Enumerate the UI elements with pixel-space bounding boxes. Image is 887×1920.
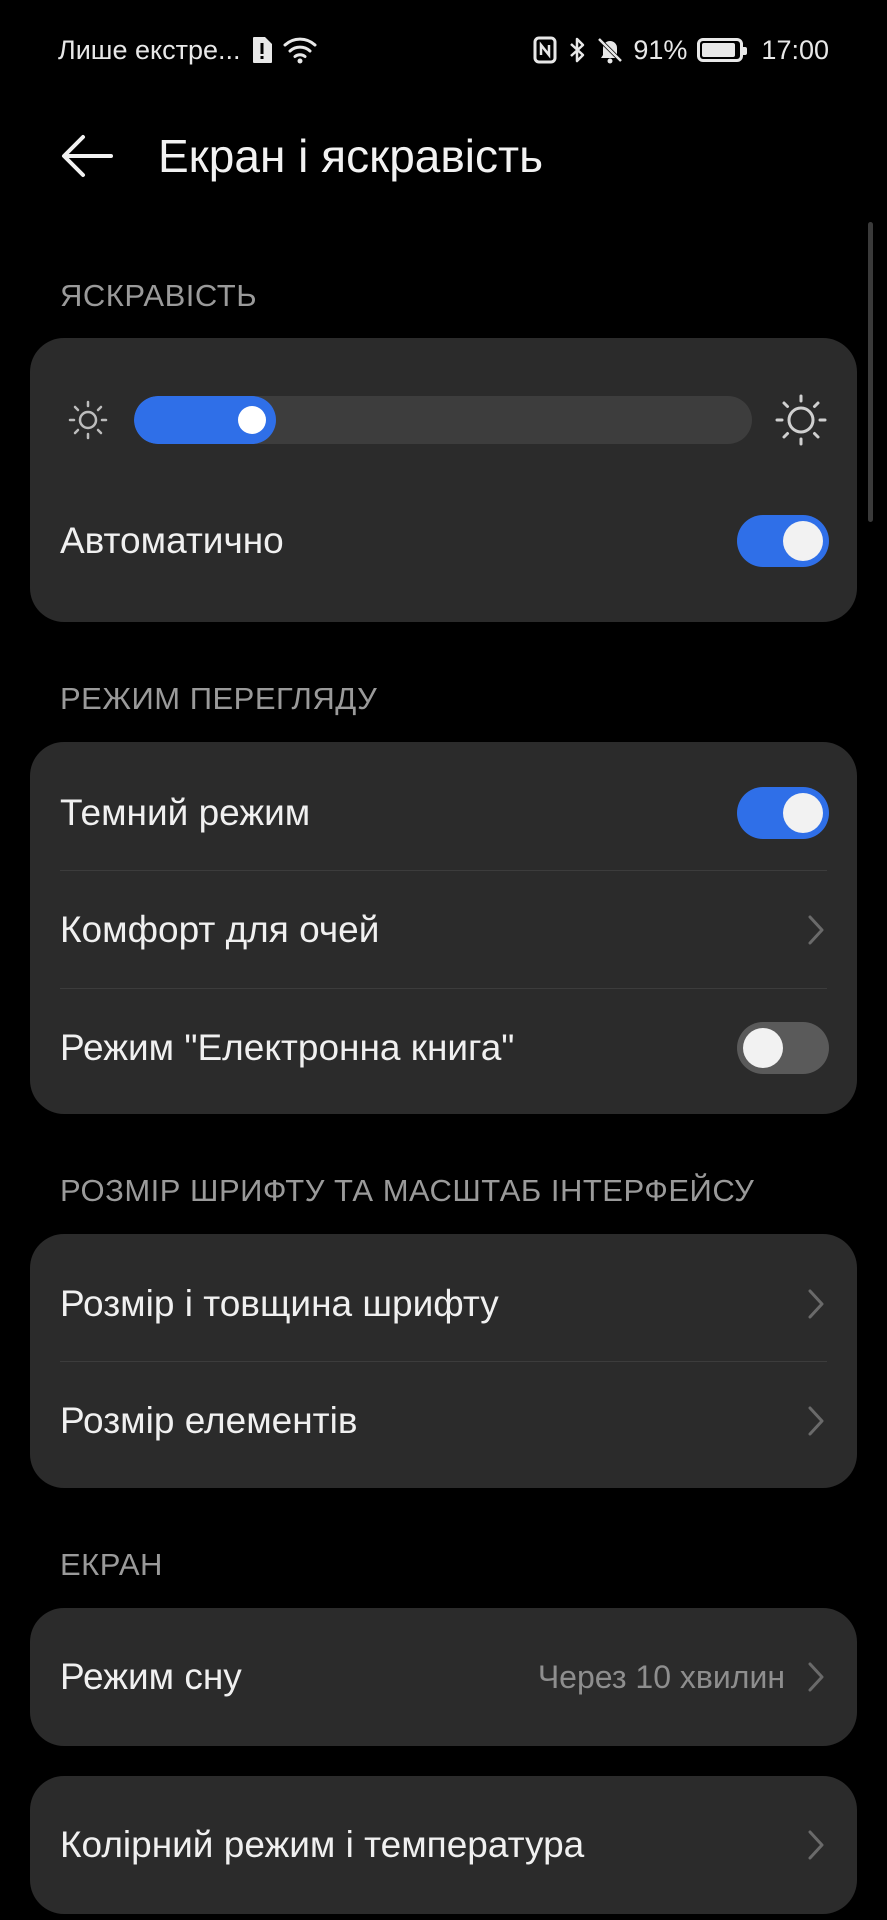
sun-small-icon: [68, 400, 108, 440]
clock: 17:00: [761, 34, 829, 65]
brightness-slider-row: [30, 388, 857, 448]
wifi-icon: [283, 36, 317, 64]
section-label-view-mode: РЕЖИМ ПЕРЕГЛЯДУ: [60, 681, 378, 716]
color-mode-card: Колірний режим і температура: [30, 1776, 857, 1914]
sim-alert-icon: [251, 36, 273, 64]
battery-percent: 91%: [633, 34, 688, 65]
element-size-label: Розмір елементів: [60, 1400, 358, 1441]
ebook-mode-row[interactable]: Режим "Електронна книга": [30, 989, 857, 1107]
chevron-right-icon: [803, 1284, 829, 1324]
brightness-card: Автоматично: [30, 338, 857, 622]
view-mode-card: Темний режим Комфорт для очей Режим "Еле…: [30, 742, 857, 1114]
page-title: Екран і яскравість: [158, 130, 544, 182]
chevron-right-icon: [803, 1401, 829, 1441]
dark-mode-toggle[interactable]: [737, 787, 829, 839]
font-scale-card: Розмір і товщина шрифту Розмір елементів: [30, 1234, 857, 1488]
eye-comfort-row[interactable]: Комфорт для очей: [30, 871, 857, 989]
sleep-mode-value: Через 10 хвилин: [537, 1658, 785, 1695]
color-mode-row[interactable]: Колірний режим і температура: [30, 1786, 857, 1904]
scrollbar[interactable]: [868, 222, 873, 522]
mute-bell-icon: [597, 36, 623, 64]
chevron-right-icon: [803, 1657, 829, 1697]
auto-brightness-toggle[interactable]: [737, 515, 829, 567]
dark-mode-row[interactable]: Темний режим: [30, 754, 857, 872]
section-label-brightness: ЯСКРАВІСТЬ: [60, 278, 258, 313]
status-bar: Лише екстре... 91% 17:00: [0, 0, 887, 100]
ebook-mode-toggle[interactable]: [737, 1022, 829, 1074]
nfc-icon: [533, 36, 557, 64]
sun-large-icon: [775, 394, 827, 446]
toggle-knob: [743, 1028, 783, 1068]
toggle-knob: [783, 521, 823, 561]
dark-mode-label: Темний режим: [60, 792, 311, 833]
sleep-mode-row[interactable]: Режим сну Через 10 хвилин: [30, 1618, 857, 1736]
ebook-mode-label: Режим "Електронна книга": [60, 1027, 515, 1068]
carrier-text: Лише екстре...: [58, 34, 241, 65]
eye-comfort-label: Комфорт для очей: [60, 909, 380, 950]
chevron-right-icon: [803, 910, 829, 950]
bluetooth-icon: [567, 36, 587, 64]
font-size-row[interactable]: Розмір і товщина шрифту: [30, 1245, 857, 1363]
arrow-left-icon: [62, 135, 113, 177]
font-size-label: Розмір і товщина шрифту: [60, 1283, 499, 1324]
section-label-font-scale: РОЗМІР ШРИФТУ ТА МАСШТАБ ІНТЕРФЕЙСУ: [60, 1173, 755, 1208]
section-label-screen: ЕКРАН: [60, 1547, 163, 1582]
sleep-card: Режим сну Через 10 хвилин: [30, 1608, 857, 1746]
auto-brightness-label: Автоматично: [60, 520, 284, 561]
element-size-row[interactable]: Розмір елементів: [30, 1362, 857, 1480]
brightness-slider-thumb[interactable]: [238, 406, 266, 434]
brightness-slider[interactable]: [134, 396, 752, 444]
sleep-mode-label: Режим сну: [60, 1656, 242, 1697]
auto-brightness-row[interactable]: Автоматично: [30, 482, 857, 600]
color-mode-label: Колірний режим і температура: [60, 1824, 585, 1865]
app-header: Екран і яскравість: [0, 110, 887, 200]
battery-icon: [697, 38, 748, 62]
back-button[interactable]: [52, 128, 122, 184]
battery-fill: [702, 43, 736, 57]
chevron-right-icon: [803, 1825, 829, 1865]
toggle-knob: [783, 793, 823, 833]
